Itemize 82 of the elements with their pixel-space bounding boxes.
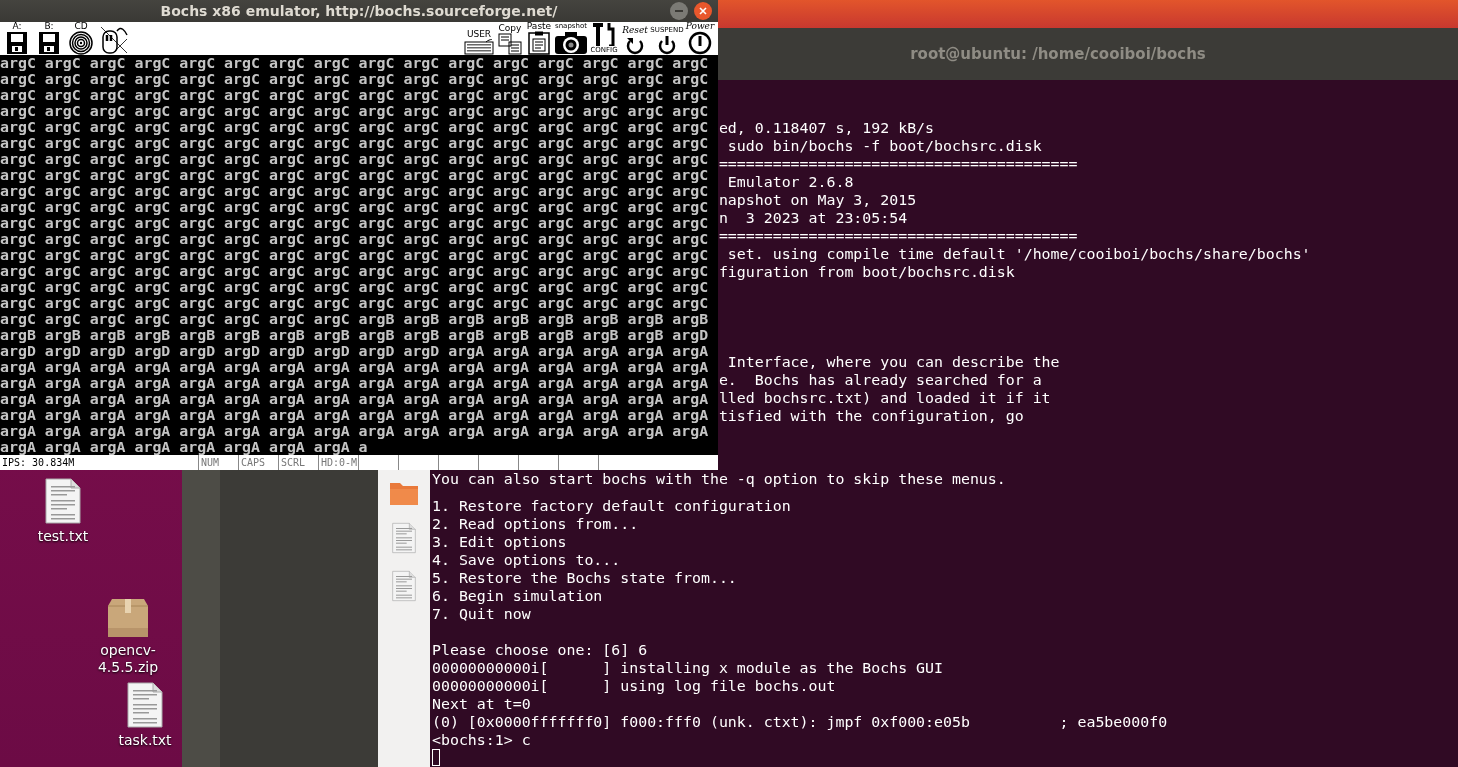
- cdrom-button[interactable]: CD: [66, 22, 96, 55]
- screen-text-line: argC argC argC argC argC argC argC argC argC argC argC argC argC argC argC argC: [0, 199, 710, 215]
- reset-button[interactable]: Reset: [620, 22, 650, 55]
- window-title: root@ubuntu: /home/cooiboi/bochs: [910, 45, 1206, 63]
- screen-text-line: argC argC argC argC argC argC argC argC argC argC argC argC argC argC argC argC: [0, 247, 710, 263]
- terminal-line: napshot on May 3, 2015: [718, 191, 917, 209]
- screen-text-line: argA argA argA argA argA argA argA argA a: [0, 439, 368, 455]
- document-icon: [45, 478, 81, 524]
- terminal-line: Please choose one: [6] 6: [432, 641, 648, 659]
- terminal-line: 3. Edit options: [432, 533, 567, 551]
- screen-text-line: argC argC argC argC argC argC argC argC argC argC argC argC argC argC argC argC: [0, 103, 710, 119]
- status-text: IPS: 30.834M: [1, 456, 76, 470]
- window-title: Bochs x86 emulator, http://bochs.sourceforge.net/: [160, 3, 558, 19]
- screen-text-line: argB argB argB argB argB argB argB argB argB argB argB argB argB argB argB argD: [0, 327, 710, 343]
- folder-icon[interactable]: [389, 480, 419, 506]
- status-text: NUM: [198, 455, 238, 470]
- screen-text-line: argC argC argC argC argC argC argC argC argC argC argC argC argC argC argC argC: [0, 71, 710, 87]
- screen-text-line: argA argA argA argA argA argA argA argA argA argA argA argA argA argA argA argA: [0, 391, 710, 407]
- status-text: SCRL: [278, 455, 318, 470]
- terminal-line: e. Bochs has already searched for a: [718, 371, 1042, 389]
- terminal-line: Interface, where you can describe the: [726, 353, 1060, 371]
- terminal-line: set. using compile time default '/home/cooiboi/bochs/share/bochs': [726, 245, 1311, 263]
- terminal-line: ed, 0.118407 s, 192 kB/s: [718, 119, 935, 137]
- copy-button[interactable]: Copy: [496, 22, 524, 55]
- screen-text-line: argC argC argC argC argC argC argC argC argC argC argC argC argC argC argC argC: [0, 231, 710, 247]
- screen-text-line: argC argC argC argC argC argC argC argC argC argC argC argC argC argC argC argC: [0, 295, 710, 311]
- screen-text-line: argC argC argC argC argC argC argC argC argC argC argC argC argC argC argC argC: [0, 135, 710, 151]
- status-text: HD:0-M: [318, 455, 358, 470]
- terminal-line: 2. Read options from...: [432, 515, 639, 533]
- terminal-line: tisfied with the configuration, go: [718, 407, 1024, 425]
- close-icon: [699, 7, 707, 15]
- archive-box-icon: [106, 598, 150, 638]
- desktop-icon-label[interactable]: opencv- 4.5.5.zip: [97, 642, 159, 676]
- terminal-line: (0) [0x0000fffffff0] f000:fff0 (unk. ctxt): jmpf 0xf000:e05b ; ea5be000f0: [432, 713, 1168, 731]
- document-icon: [392, 522, 416, 554]
- minimize-icon: [675, 10, 683, 12]
- screen-text-line: argC argC argC argC argC argC argC argC argC argC argC argC argC argC argC argC: [0, 151, 710, 167]
- keyboard-button[interactable]: USER: [463, 22, 495, 55]
- terminal-line: 7. Quit now: [432, 605, 531, 623]
- desktop-icon-label[interactable]: test.txt: [37, 528, 89, 545]
- screen-text-line: argA argA argA argA argA argA argA argA argA argA argA argA argA argA argA argA: [0, 375, 710, 391]
- terminal-line: 6. Begin simulation: [432, 587, 603, 605]
- terminal-line: sudo bin/bochs -f boot/bochsrc.disk: [726, 137, 1042, 155]
- terminal-line: <bochs:1> c: [432, 731, 531, 749]
- status-text: CAPS: [238, 455, 278, 470]
- terminal-line: 5. Restore the Bochs state from...: [432, 569, 737, 587]
- floppy-button[interactable]: A:: [2, 22, 32, 55]
- screen-text-line: argC argC argC argC argC argC argC argC argB argB argB argB argB argB argB argB: [0, 311, 710, 327]
- screen-text-line: argC argC argC argC argC argC argC argC argC argC argC argC argC argC argC argC: [0, 215, 710, 231]
- screen-text-line: argC argC argC argC argC argC argC argC argC argC argC argC argC argC argC argC: [0, 279, 710, 295]
- document-icon: [392, 570, 416, 602]
- terminal-line: 1. Restore factory default configuration: [432, 497, 791, 515]
- terminal-line: n 3 2023 at 23:05:54: [718, 209, 908, 227]
- screen-text-line: argC argC argC argC argC argC argC argC argC argC argC argC argC argC argC argC: [0, 55, 710, 71]
- terminal-line: ========================================: [718, 155, 1078, 173]
- terminal-line: Emulator 2.6.8: [726, 173, 854, 191]
- minimize-button[interactable]: [670, 2, 688, 20]
- screen-text-line: argC argC argC argC argC argC argC argC argC argC argC argC argC argC argC argC: [0, 263, 710, 279]
- screen-text-line: argA argA argA argA argA argA argA argA argA argA argA argA argA argA argA argA: [0, 407, 710, 423]
- screen-text-line: argD argD argD argD argD argD argD argD argD argD argA argA argA argA argA argA: [0, 343, 710, 359]
- document-icon: [127, 682, 163, 728]
- screen-text-line: argA argA argA argA argA argA argA argA argA argA argA argA argA argA argA argA: [0, 423, 710, 439]
- terminal-line: Next at t=0: [432, 695, 531, 713]
- paste-button[interactable]: Paste: [525, 22, 553, 55]
- terminal-line: You can also start bochs with the -q option to skip these menus.: [432, 470, 1006, 488]
- terminal-line: 00000000000i[ ] installing x module as the Bochs GUI: [432, 659, 943, 677]
- screen-text-line: argC argC argC argC argC argC argC argC argC argC argC argC argC argC argC argC: [0, 183, 710, 199]
- screen-text-line: argA argA argA argA argA argA argA argA argA argA argA argA argA argA argA argA: [0, 359, 710, 375]
- terminal-line: lled bochsrc.txt) and loaded it if it: [718, 389, 1051, 407]
- terminal-line: 00000000000i[ ] using log file bochs.out: [432, 677, 836, 695]
- desktop-icon-label[interactable]: task.txt: [118, 732, 172, 749]
- floppy-button[interactable]: B:: [34, 22, 64, 55]
- text-cursor: [432, 749, 440, 766]
- screen-text-line: argC argC argC argC argC argC argC argC argC argC argC argC argC argC argC argC: [0, 87, 710, 103]
- terminal-line: ========================================: [718, 227, 1078, 245]
- terminal-line: 4. Save options to...: [432, 551, 621, 569]
- screen-text-line: argC argC argC argC argC argC argC argC argC argC argC argC argC argC argC argC: [0, 119, 710, 135]
- screen-text-line: argC argC argC argC argC argC argC argC argC argC argC argC argC argC argC argC: [0, 167, 710, 183]
- tools-icon: [591, 22, 617, 46]
- power-button[interactable]: Power: [684, 22, 716, 55]
- close-button[interactable]: [694, 2, 712, 20]
- terminal-line: figuration from boot/bochsrc.disk: [718, 263, 1015, 281]
